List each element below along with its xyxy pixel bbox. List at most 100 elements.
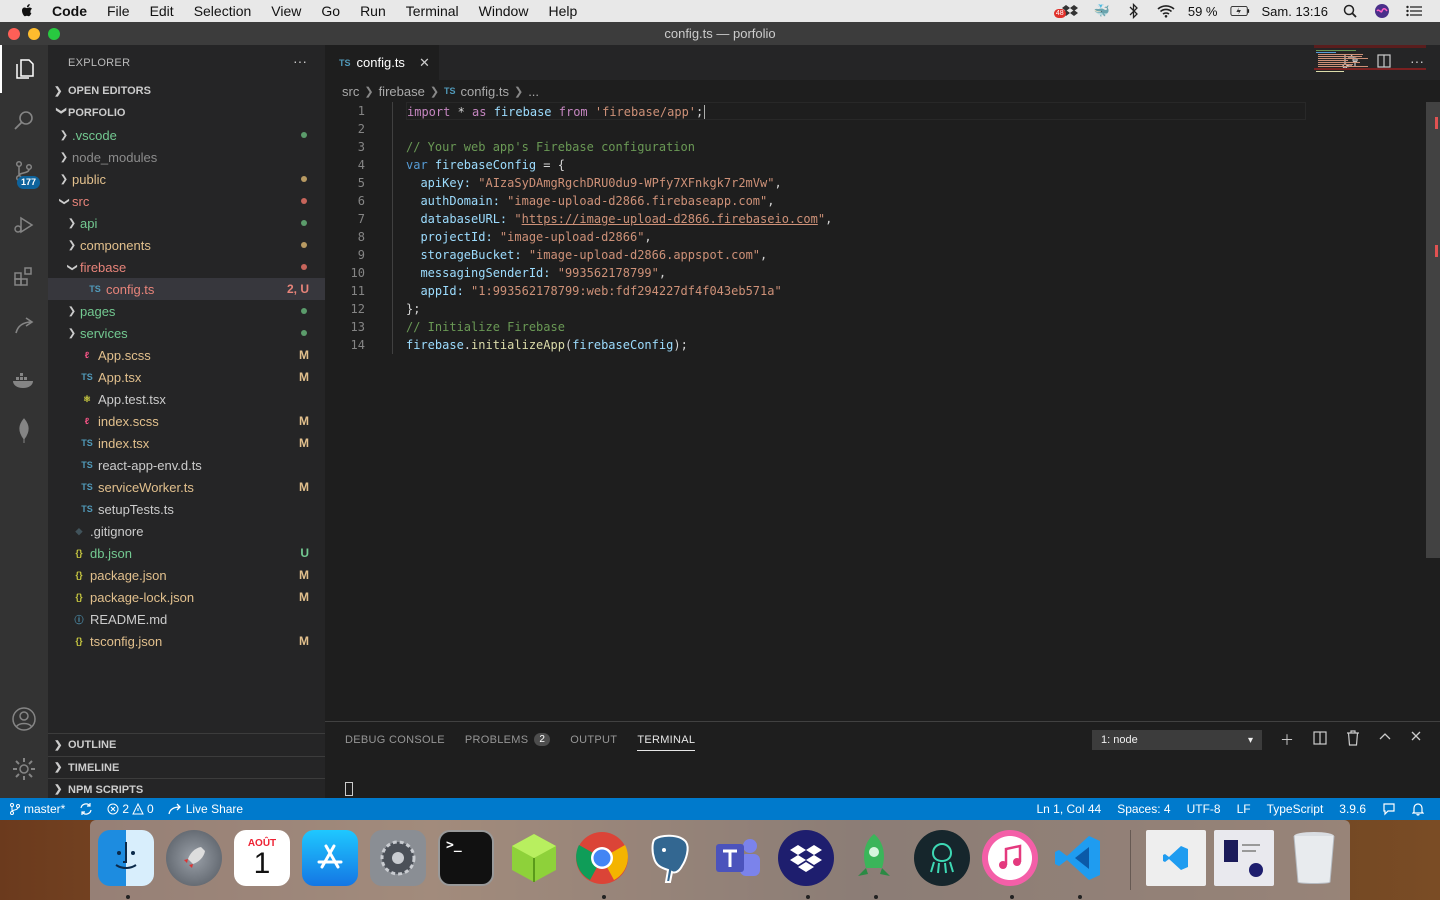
teams-icon[interactable]: [710, 830, 766, 886]
file-tree-item[interactable]: {} package.json M: [48, 564, 325, 586]
accounts-activity-button[interactable]: [0, 695, 48, 743]
tab-debug-console[interactable]: DEBUG CONSOLE: [345, 722, 445, 757]
recent-doc-2-icon[interactable]: [1214, 830, 1274, 886]
manage-activity-button[interactable]: [0, 745, 48, 793]
close-window-button[interactable]: [8, 28, 20, 40]
file-tree-item[interactable]: TS index.tsx M: [48, 432, 325, 454]
terminal-select[interactable]: 1: node ▾: [1092, 730, 1262, 750]
npm-scripts-section[interactable]: ❯ NPM SCRIPTS: [48, 778, 325, 800]
indentation-status[interactable]: Spaces: 4: [1117, 802, 1170, 816]
system-preferences-icon[interactable]: [370, 830, 426, 886]
rocket-app-icon[interactable]: [846, 830, 902, 886]
launchpad-icon[interactable]: [166, 830, 222, 886]
file-tree-item[interactable]: ℓ index.scss M: [48, 410, 325, 432]
code-line[interactable]: storageBucket: "image-upload-d2866.appsp…: [406, 246, 767, 264]
open-editors-section[interactable]: ❯ OPEN EDITORS: [48, 80, 325, 102]
folder-tree-item[interactable]: ❯ services: [48, 322, 325, 344]
outline-section[interactable]: ❯ OUTLINE: [48, 734, 325, 756]
cube-app-icon[interactable]: [506, 830, 562, 886]
close-tab-icon[interactable]: ✕: [419, 55, 430, 71]
live-share-status[interactable]: Live Share: [168, 802, 243, 816]
menu-view[interactable]: View: [271, 3, 301, 19]
menubar-clock[interactable]: Sam. 13:16: [1262, 4, 1329, 19]
tab-output[interactable]: OUTPUT: [570, 722, 617, 757]
file-tree-item[interactable]: TS App.tsx M: [48, 366, 325, 388]
folder-tree-item[interactable]: ❯ firebase: [48, 256, 325, 278]
itunes-icon[interactable]: [982, 830, 1038, 886]
battery-percent[interactable]: 59 %: [1188, 4, 1218, 19]
code-line[interactable]: var firebaseConfig = {: [406, 156, 565, 174]
minimap[interactable]: [1314, 45, 1426, 75]
file-tree-item[interactable]: {} db.json U: [48, 542, 325, 564]
close-panel-icon[interactable]: [1410, 730, 1422, 742]
menu-edit[interactable]: Edit: [150, 3, 174, 19]
feedback-icon[interactable]: [1382, 802, 1396, 816]
file-tree-item[interactable]: ⚛ App.test.tsx: [48, 388, 325, 410]
timeline-section[interactable]: ❯ TIMELINE: [48, 756, 325, 778]
file-tree-item[interactable]: TS config.ts 2, U: [48, 278, 325, 300]
apple-menu-icon[interactable]: [18, 2, 36, 20]
eol-status[interactable]: LF: [1237, 802, 1251, 816]
minimize-window-button[interactable]: [28, 28, 40, 40]
breadcrumb-symbol[interactable]: ...: [528, 84, 539, 99]
file-tree-item[interactable]: TS setupTests.ts: [48, 498, 325, 520]
editor-scrollbar[interactable]: [1426, 102, 1440, 558]
notification-center-icon[interactable]: [1404, 3, 1424, 19]
code-editor[interactable]: 1 import * as firebase from 'firebase/app…: [325, 102, 1440, 702]
code-line[interactable]: appId: "1:993562178799:web:fdf294227df4f…: [406, 282, 781, 300]
more-actions-icon[interactable]: ···: [293, 53, 307, 69]
project-root-section[interactable]: ❯ PORFOLIO: [48, 102, 325, 124]
language-mode-status[interactable]: TypeScript: [1267, 802, 1324, 816]
tab-problems[interactable]: PROBLEMS 2: [465, 722, 551, 757]
search-activity-button[interactable]: [0, 96, 48, 144]
code-line[interactable]: projectId: "image-upload-d2866",: [406, 228, 651, 246]
folder-tree-item[interactable]: ❯ components: [48, 234, 325, 256]
encoding-status[interactable]: UTF-8: [1187, 802, 1221, 816]
calendar-icon[interactable]: AOÛT 1: [234, 830, 290, 886]
dropbox-icon[interactable]: [778, 830, 834, 886]
code-line[interactable]: // Your web app's Firebase configuration: [406, 138, 695, 156]
file-tree-item[interactable]: TS react-app-env.d.ts: [48, 454, 325, 476]
bell-icon[interactable]: [1412, 802, 1424, 816]
code-line[interactable]: messagingSenderId: "993562178799",: [406, 264, 666, 282]
run-debug-activity-button[interactable]: [0, 201, 48, 249]
new-terminal-icon[interactable]: ＋: [1280, 730, 1294, 750]
menu-go[interactable]: Go: [321, 3, 340, 19]
extensions-activity-button[interactable]: [0, 252, 48, 300]
git-branch-status[interactable]: master*: [10, 802, 65, 816]
code-line[interactable]: // Initialize Firebase: [406, 318, 565, 336]
chrome-icon[interactable]: [574, 830, 630, 886]
file-tree-item[interactable]: {} tsconfig.json M: [48, 630, 325, 652]
code-line[interactable]: databaseURL: "https://image-upload-d2866…: [406, 210, 832, 228]
file-tree-item[interactable]: ◆ .gitignore: [48, 520, 325, 542]
folder-tree-item[interactable]: ❯ public: [48, 168, 325, 190]
mongodb-activity-button[interactable]: [0, 407, 48, 455]
code-line[interactable]: };: [406, 300, 420, 318]
cursor-position-status[interactable]: Ln 1, Col 44: [1036, 802, 1101, 816]
terminal-icon[interactable]: >_: [438, 830, 494, 886]
terminal-cursor[interactable]: [345, 782, 353, 796]
code-line[interactable]: import * as firebase from 'firebase/app'…: [406, 102, 1306, 120]
typescript-version-status[interactable]: 3.9.6: [1339, 802, 1366, 816]
code-line[interactable]: authDomain: "image-upload-d2866.firebase…: [406, 192, 774, 210]
battery-charging-icon[interactable]: [1229, 3, 1250, 19]
code-line[interactable]: apiKey: "AIzaSyDAmgRgchDRU0du9-WPfy7XFnk…: [406, 174, 781, 192]
menu-file[interactable]: File: [107, 3, 130, 19]
postgres-icon[interactable]: [642, 830, 698, 886]
tab-config-ts[interactable]: TS config.ts ✕: [325, 45, 439, 80]
folder-tree-item[interactable]: ❯ api: [48, 212, 325, 234]
bluetooth-icon[interactable]: [1124, 3, 1144, 19]
menu-selection[interactable]: Selection: [194, 3, 252, 19]
source-control-activity-button[interactable]: 177: [0, 147, 48, 195]
menu-window[interactable]: Window: [479, 3, 529, 19]
breadcrumb-src[interactable]: src: [342, 84, 359, 99]
code-line[interactable]: firebase.initializeApp(firebaseConfig);: [406, 336, 688, 354]
zoom-window-button[interactable]: [48, 28, 60, 40]
explorer-activity-button[interactable]: [0, 45, 48, 93]
spotlight-search-icon[interactable]: [1340, 3, 1360, 19]
vscode-icon[interactable]: [1050, 830, 1106, 886]
live-share-activity-button[interactable]: [0, 303, 48, 351]
app-store-icon[interactable]: [302, 830, 358, 886]
folder-tree-item[interactable]: ❯ pages: [48, 300, 325, 322]
problems-status[interactable]: 2 0: [107, 802, 154, 816]
